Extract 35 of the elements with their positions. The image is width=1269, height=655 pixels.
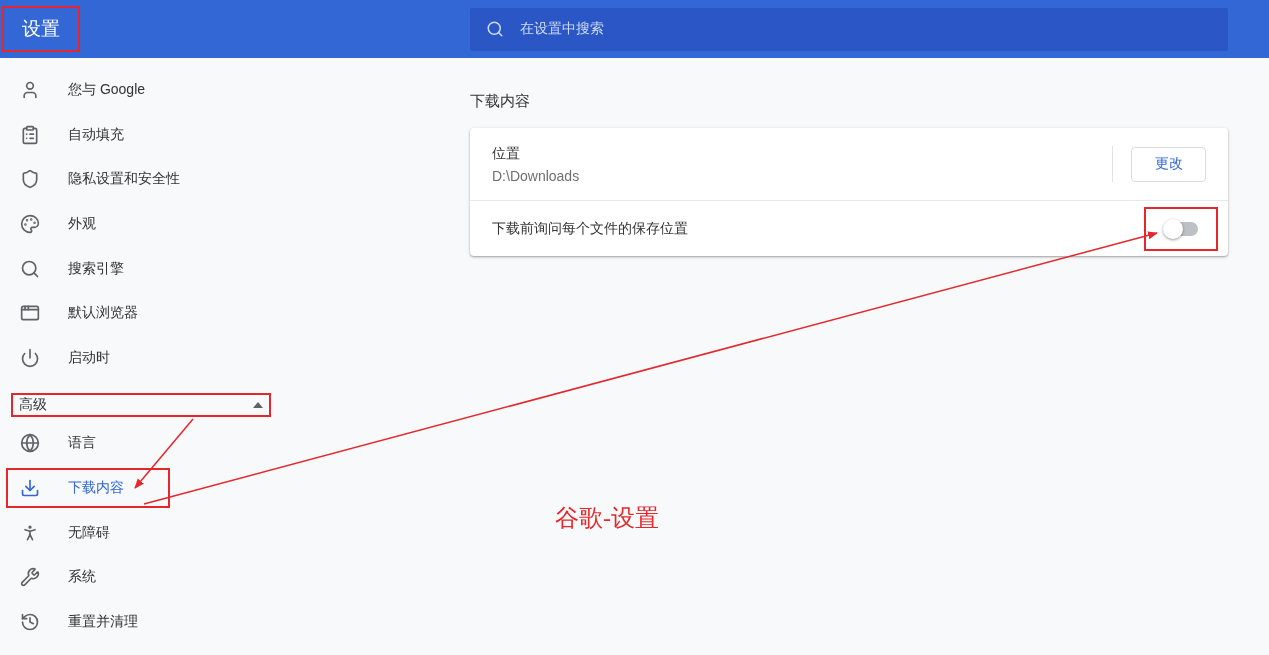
search-field[interactable]: 在设置中搜索 [470,7,1228,51]
setting-value: D:\Downloads [492,167,581,184]
sidebar-item[interactable]: 您与 Google [6,70,192,111]
sidebar-item[interactable]: 下载内容 [6,468,170,509]
sidebar-item[interactable]: 搜索引擎 [6,248,170,289]
sidebar-item[interactable]: 无障碍 [6,512,156,553]
sidebar-item[interactable]: 重置并清理 [6,601,184,642]
globe-icon [20,433,40,454]
advanced-section-toggle[interactable]: 高级 [11,393,271,418]
palette-icon [20,214,40,235]
clock-icon [20,611,40,632]
person-icon [20,80,40,101]
setting-label: 位置 [492,144,521,163]
sidebar-item[interactable]: 默认浏览器 [6,293,184,334]
sidebar-item[interactable]: 隐私设置和安全性 [6,159,226,200]
search-icon [20,258,40,279]
sidebar-item[interactable]: 语言 [6,423,142,464]
caret-icon [253,402,263,409]
annotation-caption: 谷歌-设置 [555,504,659,533]
search-icon [486,20,504,38]
setting-label: 下载前询问每个文件的保存位置 [492,219,689,238]
sidebar-item[interactable]: 系统 [6,557,142,598]
toggle-switch[interactable] [1163,220,1199,237]
window-icon [20,303,40,324]
wrench-icon [20,567,40,588]
page-title: 设置 [2,6,80,52]
change-button[interactable]: 更改 [1131,146,1206,182]
section-title: 下载内容 [470,92,531,111]
sidebar-item[interactable]: 自动填充 [6,114,170,155]
clipboard-icon [20,124,40,145]
power-icon [20,347,40,368]
sidebar-item[interactable]: 外观 [6,204,142,245]
download-icon [20,478,40,499]
shield-icon [20,169,40,190]
sidebar-item[interactable]: 启动时 [6,337,156,378]
